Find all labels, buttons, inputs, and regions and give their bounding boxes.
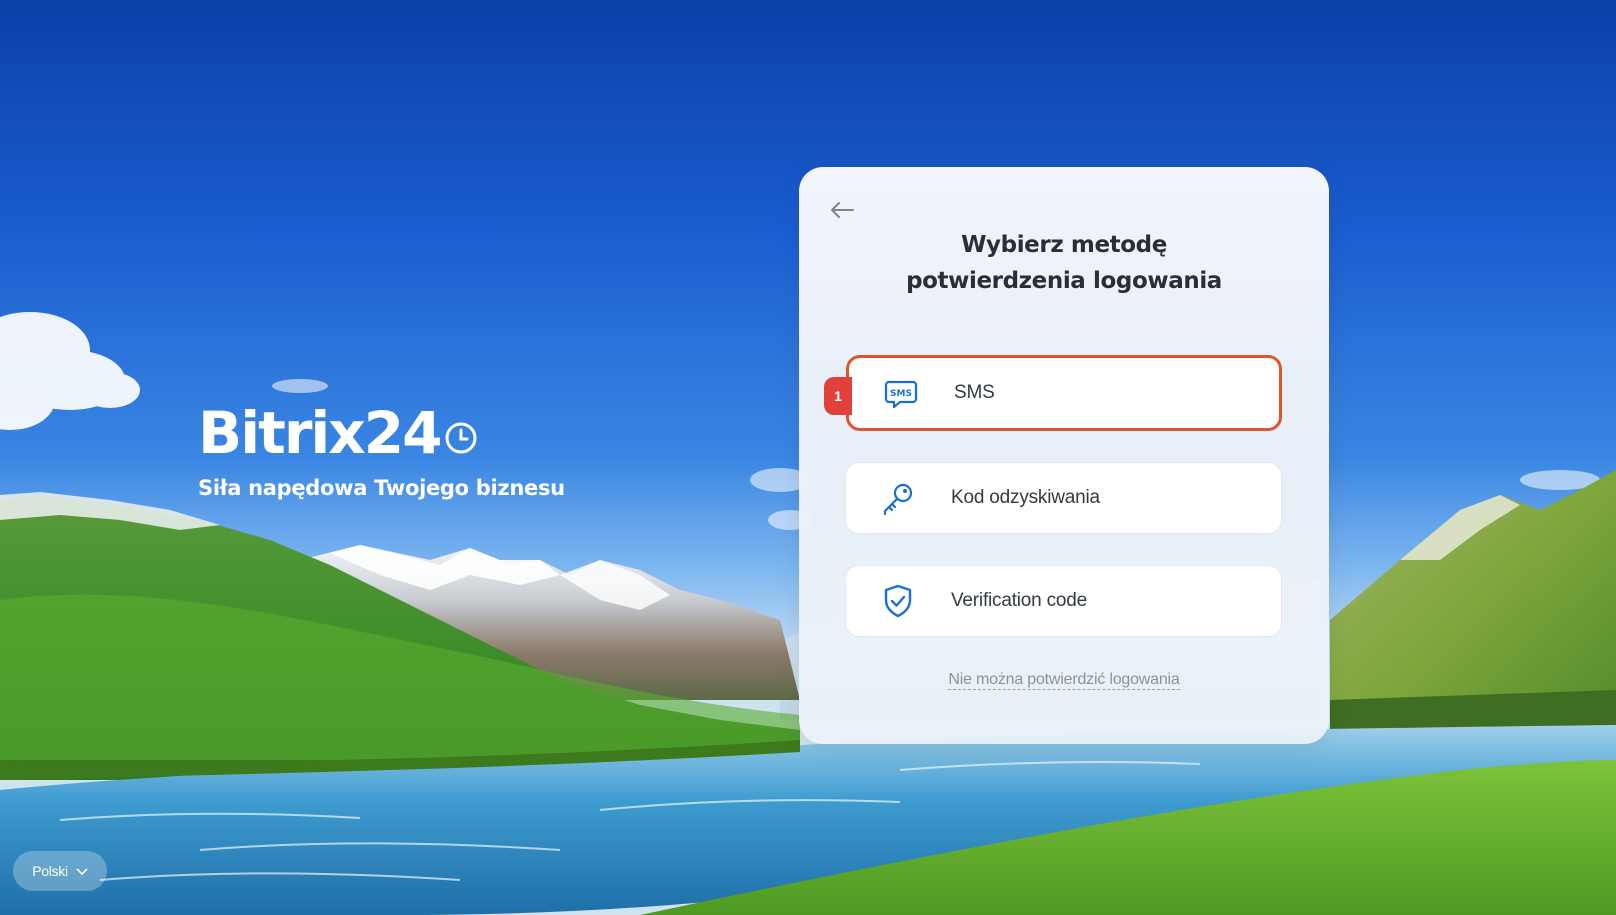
language-selector[interactable]: Polski xyxy=(13,851,107,891)
option-recovery-code[interactable]: Kod odzyskiwania xyxy=(845,462,1282,534)
login-page: Bitrix24 Siła napędowa Twojego biznesu P… xyxy=(0,0,1616,915)
brand-block: Bitrix24 Siła napędowa Twojego biznesu xyxy=(198,404,565,500)
brand-logo: Bitrix24 xyxy=(198,404,478,464)
cant-confirm-login-link[interactable]: Nie można potwierdzić logowania xyxy=(948,671,1180,690)
arrow-left-icon xyxy=(829,201,855,224)
clock-icon xyxy=(444,406,478,464)
auth-method-dialog: Wybierz metodę potwierdzenia logowania S… xyxy=(799,167,1329,744)
option-sms-label: SMS xyxy=(954,382,995,403)
key-icon xyxy=(880,480,916,516)
cant-confirm-login: Nie można potwierdzić logowania xyxy=(799,671,1329,690)
dialog-title-line2: potwierdzenia logowania xyxy=(906,268,1222,294)
brand-logo-text: Bitrix24 xyxy=(198,399,442,467)
language-selected: Polski xyxy=(32,863,68,879)
step-number-badge: 1 xyxy=(824,377,852,415)
svg-text:SMS: SMS xyxy=(890,389,912,399)
option-sms[interactable]: SMS SMS xyxy=(846,355,1282,431)
dialog-title-line1: Wybierz metodę xyxy=(961,232,1167,258)
brand-tagline: Siła napędowa Twojego biznesu xyxy=(198,476,565,500)
dialog-title: Wybierz metodę potwierdzenia logowania xyxy=(799,227,1329,299)
option-recovery-code-label: Kod odzyskiwania xyxy=(951,487,1100,508)
sms-icon: SMS xyxy=(883,375,919,411)
shield-check-icon xyxy=(880,583,916,619)
back-button[interactable] xyxy=(827,197,857,227)
option-verification-code-label: Verification code xyxy=(951,590,1088,611)
option-verification-code[interactable]: Verification code xyxy=(845,565,1282,637)
chevron-down-icon xyxy=(76,863,88,879)
